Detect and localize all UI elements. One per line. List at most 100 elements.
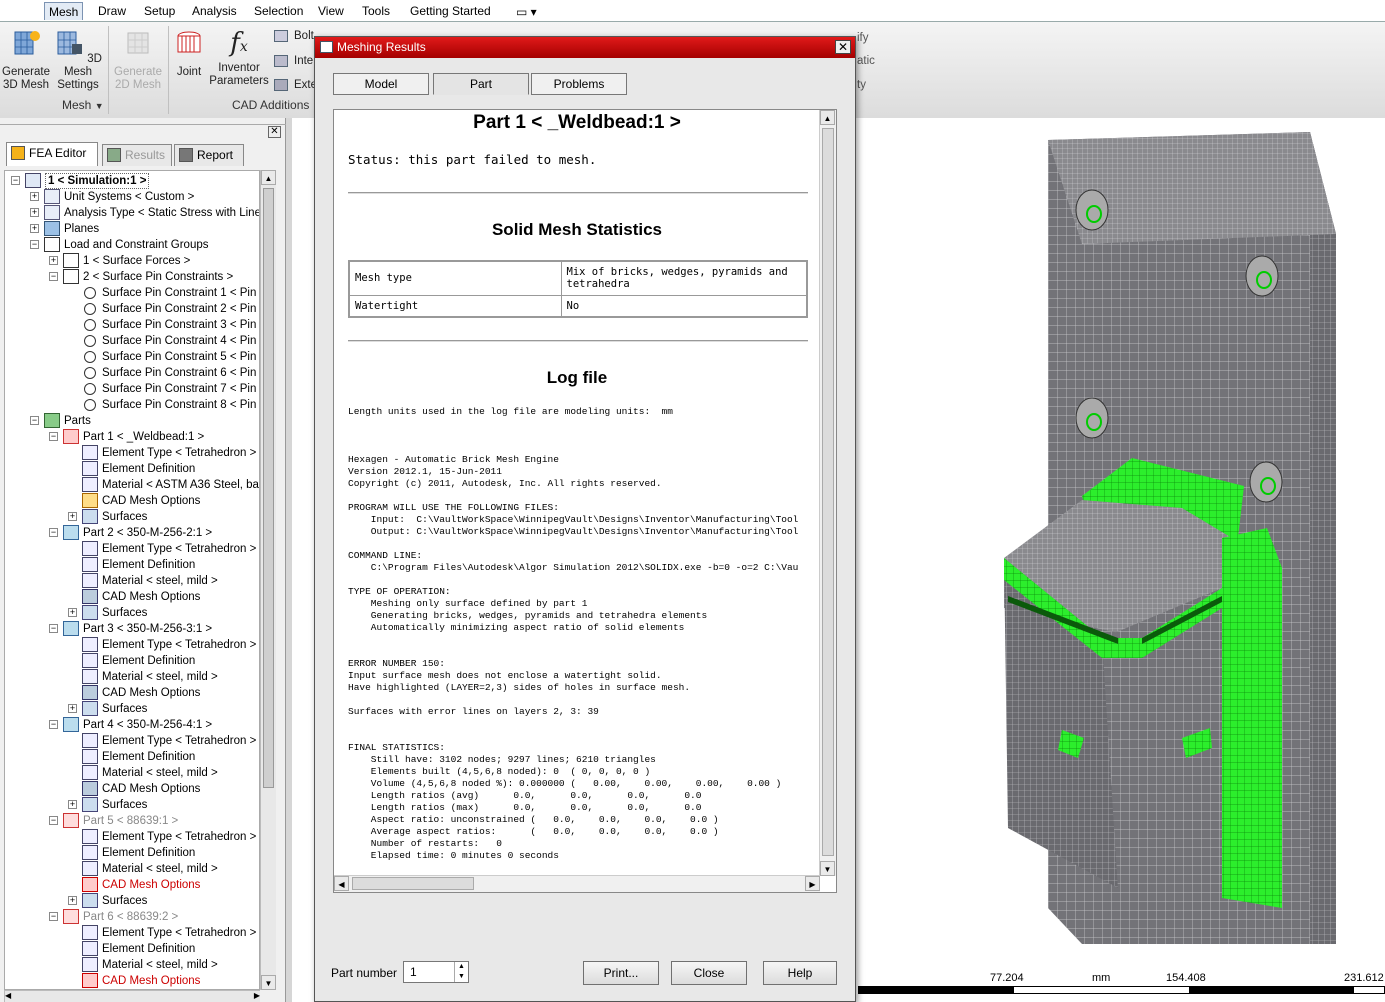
menu-setup[interactable]: Setup <box>140 2 179 20</box>
tree-item[interactable]: + Planes <box>5 221 259 237</box>
expand-icon[interactable]: + <box>68 512 77 521</box>
tree-item[interactable]: Element Type < Tetrahedron > <box>5 637 259 653</box>
tree-item[interactable]: CAD Mesh Options <box>5 589 259 605</box>
tree-item[interactable]: Surface Pin Constraint 3 < Pin Co <box>5 317 259 333</box>
joint-button[interactable]: Joint <box>170 28 208 79</box>
report-hscrollbar[interactable]: ◀ ▶ <box>334 875 820 892</box>
collapse-icon[interactable]: − <box>30 416 39 425</box>
tree-item[interactable]: Surface Pin Constraint 2 < Pin Co <box>5 301 259 317</box>
generate-2d-mesh-button[interactable]: Generate 2D Mesh <box>112 28 164 92</box>
tree-item[interactable]: − 1 < Simulation:1 > <box>5 173 259 189</box>
scroll-thumb[interactable] <box>263 188 274 788</box>
tree-item[interactable]: CAD Mesh Options <box>5 493 259 509</box>
tree-item[interactable]: − Part 6 < 88639:2 > <box>5 909 259 925</box>
collapse-icon[interactable]: − <box>49 816 58 825</box>
internal-button[interactable]: Inte <box>274 55 313 67</box>
tree-item[interactable]: CAD Mesh Options <box>5 877 259 893</box>
tree-item[interactable]: + Surfaces <box>5 893 259 909</box>
menu-selection[interactable]: Selection <box>250 2 307 20</box>
collapse-icon[interactable]: − <box>49 624 58 633</box>
tree-item[interactable]: CAD Mesh Options <box>5 781 259 797</box>
inventor-parameters-button[interactable]: fx Inventor Parameters <box>208 28 270 88</box>
expand-icon[interactable]: + <box>68 608 77 617</box>
scroll-up-icon[interactable]: ▲ <box>261 170 276 185</box>
tree-item[interactable]: Element Type < Tetrahedron > <box>5 925 259 941</box>
tree-item[interactable]: CAD Mesh Options <box>5 685 259 701</box>
expand-icon[interactable]: + <box>30 224 39 233</box>
pane-close-icon[interactable]: ✕ <box>268 126 281 138</box>
tree-item[interactable]: Element Type < Tetrahedron > <box>5 733 259 749</box>
tree-item[interactable]: Element Type < Tetrahedron > <box>5 445 259 461</box>
tree-item[interactable]: Element Definition <box>5 941 259 957</box>
expand-icon[interactable]: + <box>49 256 58 265</box>
tree-item[interactable]: + Surfaces <box>5 605 259 621</box>
ribbon-fragment[interactable]: ty <box>857 79 866 91</box>
tree-item[interactable]: − Part 3 < 350-M-256-3:1 > <box>5 621 259 637</box>
spin-up-icon[interactable]: ▲ <box>454 962 468 972</box>
scroll-down-icon[interactable]: ▼ <box>261 975 276 990</box>
tree-item[interactable]: Material < ASTM A36 Steel, bar <box>5 477 259 493</box>
tab-fea-editor[interactable]: FEA Editor <box>6 142 98 166</box>
scroll-left-icon[interactable]: ◀ <box>334 876 349 891</box>
tab-model[interactable]: Model <box>333 73 429 95</box>
tree-item[interactable]: Surface Pin Constraint 1 < Pin Co <box>5 285 259 301</box>
tree-scrollbar[interactable]: ▲ ▼ <box>260 170 276 990</box>
tab-results[interactable]: Results <box>102 144 172 166</box>
tree-item[interactable]: Element Type < Tetrahedron > <box>5 829 259 845</box>
scroll-thumb[interactable] <box>822 128 834 856</box>
tree-item[interactable]: + Surfaces <box>5 509 259 525</box>
report-vscrollbar[interactable]: ▲ ▼ <box>819 110 836 876</box>
tree-item[interactable]: Surface Pin Constraint 6 < Pin Co <box>5 365 259 381</box>
close-icon[interactable]: ✕ <box>835 40 851 54</box>
menu-draw[interactable]: Draw <box>94 2 130 20</box>
3d-mesh-settings-button[interactable]: 3D Mesh Settings <box>52 28 104 92</box>
tree-item[interactable]: − Load and Constraint Groups <box>5 237 259 253</box>
tree-item[interactable]: Material < steel, mild > <box>5 573 259 589</box>
expand-icon[interactable]: + <box>30 192 39 201</box>
dialog-title-bar[interactable]: Meshing Results <box>315 37 855 58</box>
tree-item[interactable]: Element Definition <box>5 845 259 861</box>
collapse-icon[interactable]: − <box>11 176 20 185</box>
menu-tools[interactable]: Tools <box>358 2 394 20</box>
collapse-icon[interactable]: − <box>49 528 58 537</box>
tree-item[interactable]: Element Definition <box>5 557 259 573</box>
tab-problems[interactable]: Problems <box>531 73 627 95</box>
menu-view[interactable]: View <box>314 2 348 20</box>
ribbon-fragment[interactable]: ify <box>857 32 869 44</box>
tree-item[interactable]: Surface Pin Constraint 8 < Pin Co <box>5 397 259 413</box>
tree-item[interactable]: − Part 1 < _Weldbead:1 > <box>5 429 259 445</box>
scroll-right-icon[interactable]: ▶ <box>254 991 260 1000</box>
tree-item[interactable]: + Surfaces <box>5 797 259 813</box>
tree-item[interactable]: Material < steel, mild > <box>5 669 259 685</box>
menu-mesh[interactable]: Mesh <box>44 2 84 20</box>
quick-access-dropdown[interactable]: ▭ ▾ <box>512 3 541 21</box>
part-number-stepper[interactable]: 1 ▲ ▼ <box>403 961 469 983</box>
tree-item[interactable]: Element Definition <box>5 461 259 477</box>
external-button[interactable]: Exte <box>274 79 317 91</box>
tree-item[interactable]: CAD Mesh Options <box>5 973 259 989</box>
tree-item[interactable]: + Analysis Type < Static Stress with Line… <box>5 205 259 221</box>
expand-icon[interactable]: + <box>30 208 39 217</box>
tree-item[interactable]: − Parts <box>5 413 259 429</box>
tree-item[interactable]: Surface Pin Constraint 7 < Pin Co <box>5 381 259 397</box>
close-button[interactable]: Close <box>671 961 747 985</box>
tree-item[interactable]: − 2 < Surface Pin Constraints > <box>5 269 259 285</box>
tree-hscrollbar[interactable]: ◀ ▶ <box>4 990 260 1002</box>
collapse-icon[interactable]: − <box>49 272 58 281</box>
expand-icon[interactable]: + <box>68 704 77 713</box>
tree-item[interactable]: − Part 5 < 88639:1 > <box>5 813 259 829</box>
tree-item[interactable]: Element Definition <box>5 749 259 765</box>
menu-analysis[interactable]: Analysis <box>188 2 241 20</box>
tree-item[interactable]: +1 < Surface Forces > <box>5 253 259 269</box>
bolt-button[interactable]: Bolt <box>274 30 314 42</box>
print-button[interactable]: Print... <box>583 961 659 985</box>
collapse-icon[interactable]: − <box>49 912 58 921</box>
scroll-up-icon[interactable]: ▲ <box>820 110 835 125</box>
expand-icon[interactable]: + <box>68 896 77 905</box>
tree-item[interactable]: − Part 2 < 350-M-256-2:1 > <box>5 525 259 541</box>
scroll-down-icon[interactable]: ▼ <box>820 861 835 876</box>
tree-item[interactable]: Material < steel, mild > <box>5 957 259 973</box>
tree-item[interactable]: Material < steel, mild > <box>5 765 259 781</box>
expand-icon[interactable]: + <box>68 800 77 809</box>
collapse-icon[interactable]: − <box>30 240 39 249</box>
